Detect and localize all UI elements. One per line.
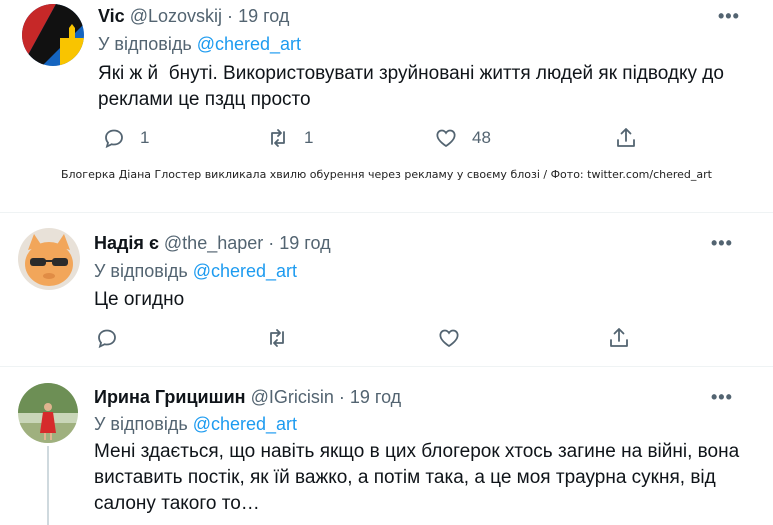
timestamp[interactable]: 19 год <box>279 233 330 253</box>
like-button[interactable] <box>437 326 461 350</box>
more-options-icon[interactable]: ••• <box>711 233 733 254</box>
reply-icon <box>98 329 116 349</box>
share-icon <box>610 328 628 347</box>
reply-count: 1 <box>140 128 150 147</box>
tweet-actions: 1 1 48 <box>0 126 773 154</box>
avatar[interactable] <box>18 383 78 443</box>
tweet-text-line: Які ж й бнуті. Використовувати зруйнован… <box>98 63 724 84</box>
author-name[interactable]: Надія є <box>94 233 159 253</box>
timestamp[interactable]: 19 год <box>350 387 401 407</box>
author-handle[interactable]: @IGricisin <box>251 387 334 407</box>
tweet-vic[interactable]: Vic @Lozovskij · 19 год ••• У відповідь … <box>0 0 773 160</box>
flag-avatar-image <box>22 4 84 66</box>
separator-dot: · <box>227 6 234 26</box>
more-options-icon[interactable]: ••• <box>718 6 740 27</box>
share-button[interactable] <box>614 126 638 150</box>
heart-icon <box>439 329 459 348</box>
tweet-nadiia[interactable]: Надія є @the_haper · 19 год ••• У відпов… <box>0 213 773 365</box>
photo-caption: Блогерка Діана Глостер викликала хвилю о… <box>60 168 712 181</box>
timestamp[interactable]: 19 год <box>238 6 289 26</box>
reply-button[interactable] <box>95 326 119 350</box>
reply-to-label: У відповідь <box>94 261 188 281</box>
like-count: 48 <box>472 128 491 147</box>
retweet-button[interactable]: 1 <box>266 126 313 150</box>
tweet-text-line: реклами це пздц просто <box>98 89 311 110</box>
retweet-button[interactable] <box>265 326 289 350</box>
retweet-icon <box>271 129 285 147</box>
tweet-actions <box>0 326 773 354</box>
share-icon <box>617 128 635 147</box>
tweet-text-line: Це огидно <box>94 289 185 310</box>
reply-to-mention[interactable]: @chered_art <box>197 34 301 54</box>
retweet-icon <box>270 329 284 347</box>
avatar[interactable] <box>22 4 84 66</box>
separator-dot: · <box>268 233 275 253</box>
share-button[interactable] <box>607 326 631 350</box>
reply-to-mention[interactable]: @chered_art <box>193 414 297 434</box>
tweet-text-line: Мені здається, що навіть якщо в цих блог… <box>94 441 740 462</box>
avatar[interactable] <box>18 228 80 290</box>
author-name[interactable]: Ирина Грицишин <box>94 387 246 407</box>
tweet-iryna[interactable]: Ирина Грицишин @IGricisin · 19 год ••• У… <box>0 367 773 525</box>
person-avatar-image <box>18 383 78 443</box>
author-handle[interactable]: @Lozovskij <box>130 6 222 26</box>
tweet-text: Це огидно <box>94 287 754 313</box>
tweet-text: Які ж й бнуті. Використовувати зруйнован… <box>98 61 758 113</box>
tweet-text-line: салону такого то… <box>94 493 260 514</box>
heart-icon <box>436 129 456 148</box>
reply-to-label: У відповідь <box>98 34 192 54</box>
author-handle[interactable]: @the_haper <box>164 233 263 253</box>
cat-avatar-image <box>18 228 80 290</box>
author-name[interactable]: Vic <box>98 6 125 26</box>
reply-icon <box>105 129 123 149</box>
tweet-text: Мені здається, що навіть якщо в цих блог… <box>94 439 764 517</box>
retweet-count: 1 <box>304 128 314 147</box>
separator-dot: · <box>338 387 345 407</box>
more-options-icon[interactable]: ••• <box>711 387 733 408</box>
tweet-text-line: виставить постік, як їй важко, а потім т… <box>94 467 716 488</box>
like-button[interactable]: 48 <box>434 126 491 150</box>
reply-to-label: У відповідь <box>94 414 188 434</box>
reply-button[interactable]: 1 <box>102 126 149 150</box>
thread-connector <box>47 446 49 525</box>
reply-to-mention[interactable]: @chered_art <box>193 261 297 281</box>
